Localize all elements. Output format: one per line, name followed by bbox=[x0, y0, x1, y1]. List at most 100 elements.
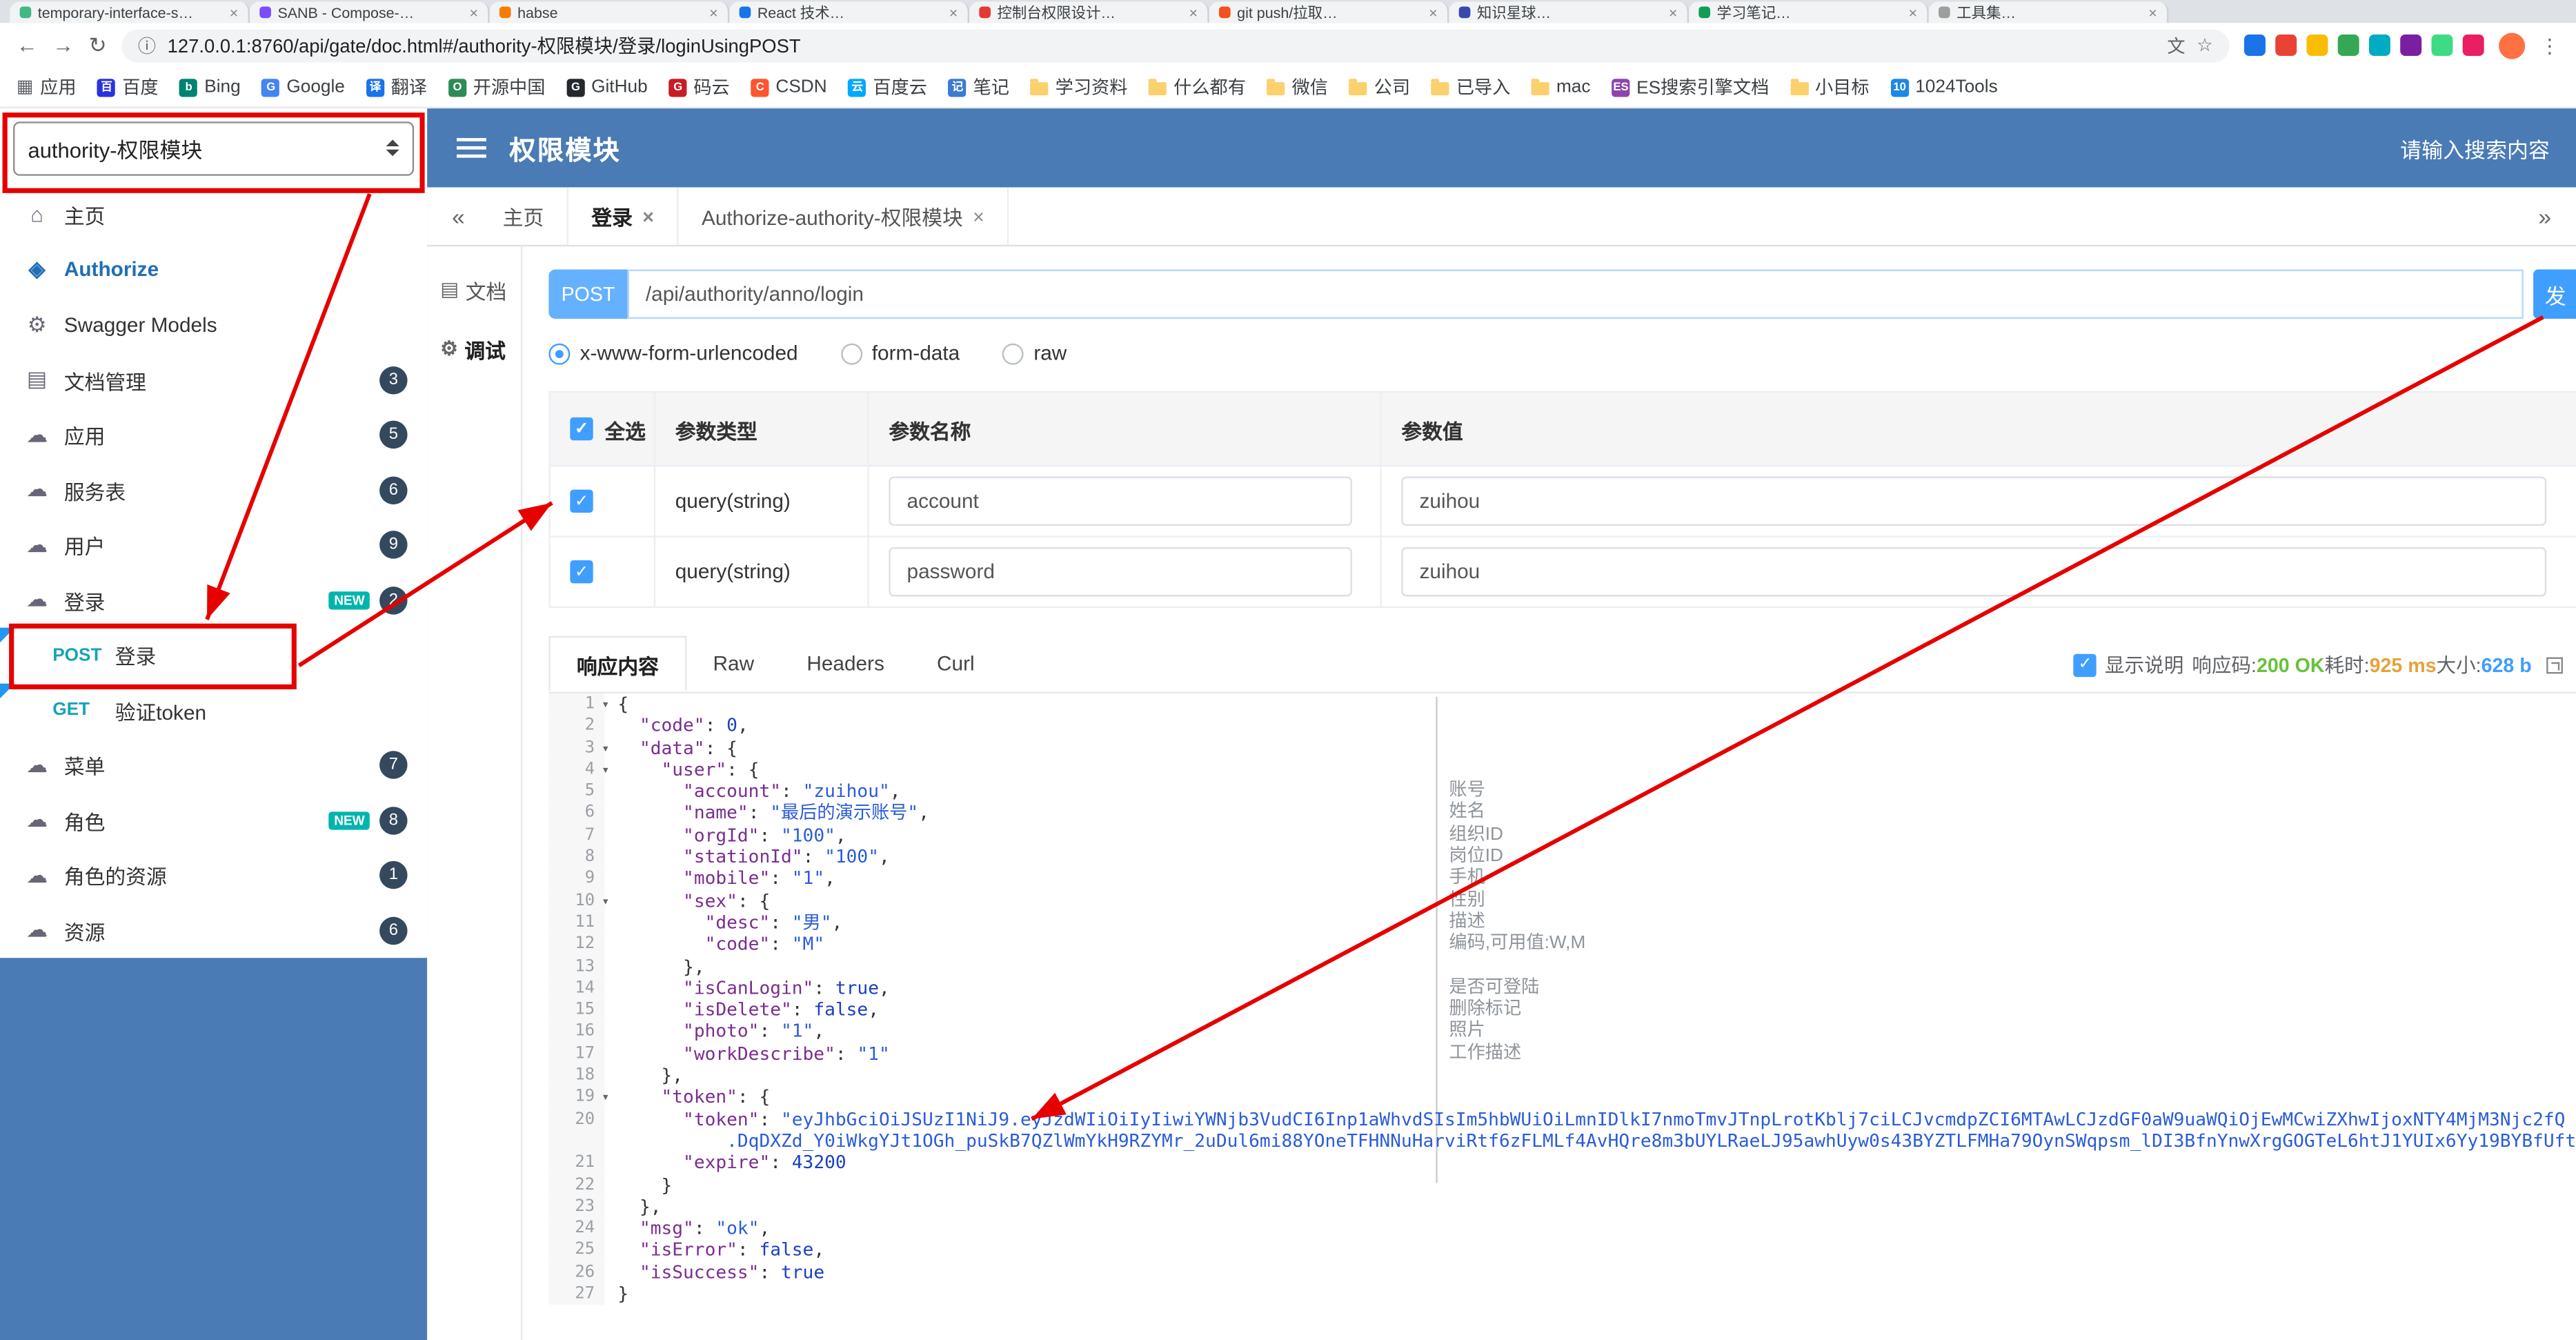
param-value-input[interactable]: zuihou bbox=[1401, 546, 2547, 597]
document-tab[interactable]: Authorize-authority-权限模块 × bbox=[679, 187, 1009, 245]
module-select[interactable]: authority-权限模块 bbox=[13, 121, 415, 175]
tab-close-icon[interactable]: × bbox=[1909, 4, 1918, 21]
tabs-collapse-icon[interactable]: « bbox=[437, 187, 479, 244]
extension-icon[interactable] bbox=[2400, 35, 2422, 56]
param-value-input[interactable]: zuihou bbox=[1401, 476, 2547, 526]
param-name-input[interactable]: account bbox=[889, 476, 1352, 526]
bookmark-item[interactable]: 译翻译 bbox=[366, 74, 427, 100]
fold-icon[interactable]: ▾ bbox=[602, 759, 609, 781]
radio-icon[interactable] bbox=[548, 342, 571, 364]
forward-icon[interactable]: → bbox=[52, 35, 74, 56]
sidebar-item[interactable]: ☁ 登录 NEW 2 bbox=[0, 573, 427, 628]
sidebar-item[interactable]: ▤ 文档管理 3 bbox=[0, 353, 427, 408]
sidebar-item[interactable]: ☁ 菜单 7 bbox=[0, 738, 427, 793]
bookmark-star-icon[interactable]: ☆ bbox=[2197, 35, 2213, 56]
sidebar-item[interactable]: ☁ 资源 6 bbox=[0, 903, 427, 958]
sidebar-item[interactable]: ⚙ Swagger Models bbox=[0, 297, 427, 353]
panel-tab-调试[interactable]: ⚙ 调试 bbox=[427, 319, 521, 378]
bookmark-item[interactable]: 10 1024Tools bbox=[1890, 77, 1998, 97]
bookmark-item[interactable]: b Bing bbox=[179, 77, 241, 97]
bookmark-item[interactable]: 云百度云 bbox=[848, 74, 927, 100]
refresh-icon[interactable]: ↻ bbox=[89, 35, 107, 56]
line-number[interactable]: 26 bbox=[548, 1261, 605, 1283]
line-number[interactable]: 11 bbox=[548, 912, 605, 934]
fold-icon[interactable]: ▾ bbox=[602, 693, 609, 716]
bookmark-item[interactable]: mac bbox=[1532, 77, 1590, 97]
bookmark-item[interactable]: 学习资料 bbox=[1030, 74, 1127, 100]
row-checkbox[interactable]: ✓ bbox=[570, 560, 593, 584]
line-number[interactable]: 15 bbox=[548, 999, 605, 1021]
line-number[interactable] bbox=[548, 1130, 605, 1152]
tab-close-icon[interactable]: × bbox=[642, 204, 654, 227]
bookmark-item[interactable]: 记笔记 bbox=[948, 74, 1009, 100]
line-number[interactable]: 27 bbox=[548, 1283, 605, 1305]
sidebar-item[interactable]: ◈ Authorize bbox=[0, 242, 427, 297]
document-tab[interactable]: 主页 bbox=[479, 187, 568, 245]
line-number[interactable]: 5 bbox=[548, 780, 605, 803]
browser-tab[interactable]: temporary-interface-s… × bbox=[10, 1, 250, 23]
tab-close-icon[interactable]: × bbox=[469, 4, 478, 21]
fold-icon[interactable]: ▾ bbox=[602, 1087, 609, 1109]
tab-close-icon[interactable]: × bbox=[2148, 4, 2157, 21]
bookmark-item[interactable]: ▦ 应用 bbox=[17, 74, 77, 100]
search-input[interactable]: 请输入搜索内容 bbox=[2400, 132, 2550, 164]
browser-tab[interactable]: habse × bbox=[489, 1, 730, 23]
line-number[interactable]: 4 ▾ bbox=[548, 758, 609, 781]
bookmark-item[interactable]: 百百度 bbox=[97, 74, 159, 100]
show-desc-checkbox[interactable]: ✓ bbox=[2073, 653, 2097, 676]
line-number[interactable]: 1 ▾ bbox=[548, 693, 609, 716]
line-number[interactable]: 18 bbox=[548, 1065, 605, 1087]
line-number[interactable]: 10 ▾ bbox=[548, 889, 609, 912]
site-info-icon[interactable]: ⓘ bbox=[138, 32, 156, 58]
line-number[interactable]: 12 bbox=[548, 934, 605, 956]
tabs-expand-icon[interactable]: » bbox=[2524, 187, 2566, 244]
sidebar-item[interactable]: ⌂ 主页 bbox=[0, 187, 427, 242]
browser-menu-icon[interactable]: ⋮ bbox=[2540, 34, 2560, 57]
extension-icon[interactable] bbox=[2306, 35, 2328, 56]
sidebar-item[interactable]: ☁ 用户 9 bbox=[0, 518, 427, 573]
expand-icon[interactable] bbox=[2546, 656, 2563, 673]
bookmark-item[interactable]: G GitHub bbox=[566, 77, 648, 97]
browser-tab[interactable]: 控制台权限设计… × bbox=[969, 1, 1209, 23]
line-number[interactable]: 3 ▾ bbox=[548, 737, 609, 759]
tab-close-icon[interactable]: × bbox=[709, 4, 718, 21]
back-icon[interactable]: ← bbox=[17, 35, 38, 56]
extension-icon[interactable] bbox=[2337, 35, 2359, 56]
browser-tab[interactable]: React 技术… × bbox=[729, 1, 970, 23]
bookmark-item[interactable]: 已导入 bbox=[1431, 74, 1510, 100]
sidebar-item[interactable]: ☁ 服务表 6 bbox=[0, 462, 427, 518]
tab-close-icon[interactable]: × bbox=[1189, 4, 1198, 21]
bookmark-item[interactable]: 小目标 bbox=[1790, 74, 1870, 100]
fold-icon[interactable]: ▾ bbox=[602, 737, 609, 759]
bookmark-item[interactable]: 微信 bbox=[1267, 74, 1328, 100]
browser-tab[interactable]: SANB - Compose-… × bbox=[249, 1, 490, 23]
radio-icon[interactable] bbox=[1002, 342, 1024, 364]
hamburger-icon[interactable] bbox=[457, 146, 486, 150]
response-tab[interactable]: Raw bbox=[686, 636, 780, 692]
url-text[interactable]: 127.0.0.1:8760/api/gate/doc.html#/author… bbox=[168, 32, 2156, 58]
body-type-radio[interactable]: raw bbox=[1002, 342, 1067, 365]
extension-icon[interactable] bbox=[2462, 35, 2484, 56]
extension-icon[interactable] bbox=[2275, 35, 2297, 56]
line-number[interactable]: 23 bbox=[548, 1196, 605, 1218]
line-number[interactable]: 14 bbox=[548, 977, 605, 1000]
line-number[interactable]: 9 bbox=[548, 868, 605, 890]
document-tab[interactable]: 登录 × bbox=[568, 187, 679, 245]
bookmark-item[interactable]: O 开源中国 bbox=[448, 74, 545, 100]
translate-icon[interactable]: 文 bbox=[2167, 32, 2185, 58]
tab-close-icon[interactable]: × bbox=[1669, 4, 1678, 21]
tab-close-icon[interactable]: × bbox=[949, 4, 958, 21]
bookmark-item[interactable]: 公司 bbox=[1349, 74, 1410, 100]
select-all-checkbox[interactable]: ✓ bbox=[570, 417, 593, 441]
send-button[interactable]: 发 bbox=[2533, 269, 2576, 319]
extension-icon[interactable] bbox=[2368, 35, 2390, 56]
line-number[interactable]: 17 bbox=[548, 1043, 605, 1065]
tab-close-icon[interactable]: × bbox=[973, 204, 984, 227]
tab-close-icon[interactable]: × bbox=[1429, 4, 1438, 21]
response-tab[interactable]: Headers bbox=[780, 636, 911, 692]
line-number[interactable]: 8 bbox=[548, 846, 605, 869]
bookmark-item[interactable]: 什么都有 bbox=[1149, 74, 1246, 100]
bookmark-item[interactable]: C CSDN bbox=[751, 77, 827, 97]
line-number[interactable]: 2 bbox=[548, 715, 605, 738]
line-number[interactable]: 20 bbox=[548, 1108, 605, 1131]
